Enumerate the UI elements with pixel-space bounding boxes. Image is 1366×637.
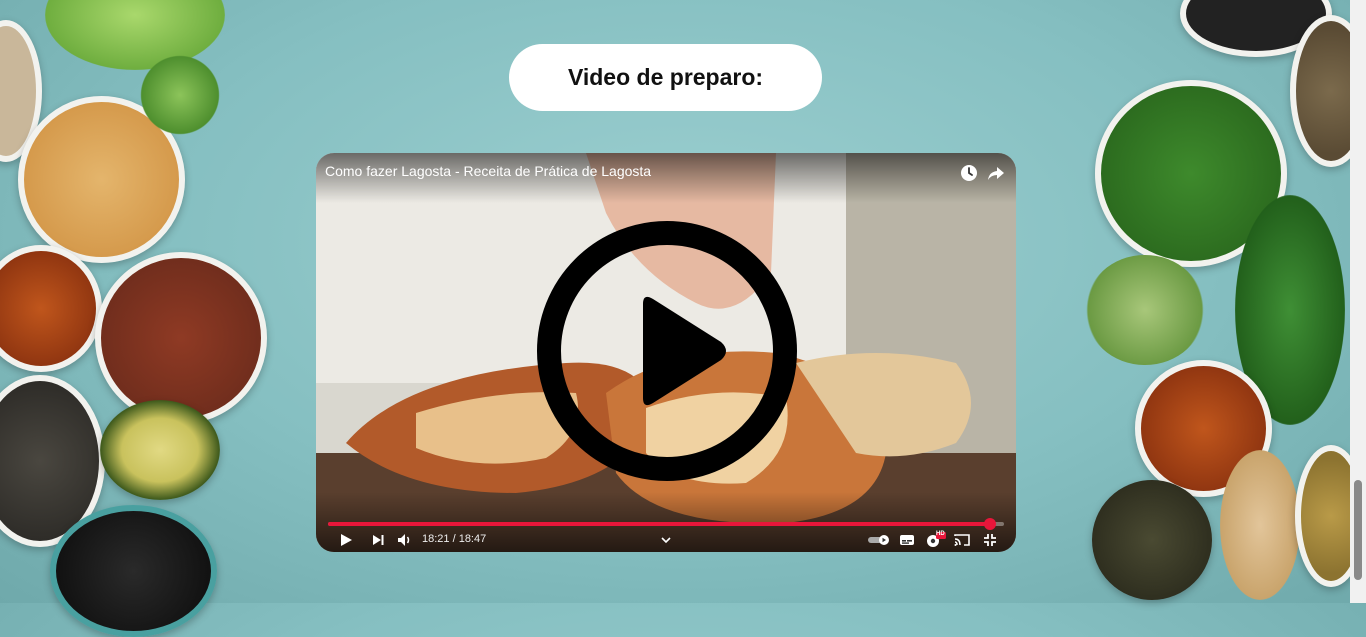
background-ingredients-left (0, 0, 300, 637)
play-icon[interactable] (535, 219, 799, 483)
clock-icon[interactable] (959, 163, 979, 183)
scrollbar-thumb[interactable] (1354, 480, 1362, 580)
page-scrollbar[interactable] (1350, 0, 1366, 603)
settings-icon[interactable]: HD (923, 530, 947, 550)
section-title: Video de preparo: (509, 44, 822, 111)
autoplay-toggle-icon[interactable] (866, 530, 892, 550)
next-icon[interactable] (368, 530, 388, 550)
video-title[interactable]: Como fazer Lagosta - Receita de Prática … (325, 163, 651, 179)
video-player[interactable]: Como fazer Lagosta - Receita de Prática … (316, 153, 1016, 552)
exit-fullscreen-icon[interactable] (980, 530, 1000, 550)
time-display: 18:21 / 18:47 (422, 533, 487, 545)
chevron-down-icon[interactable] (656, 530, 676, 550)
hd-badge: HD (936, 531, 945, 537)
subtitles-icon[interactable] (897, 530, 917, 550)
volume-icon[interactable] (395, 530, 415, 550)
cast-icon[interactable] (952, 530, 972, 550)
progress-fill (328, 522, 991, 526)
share-icon[interactable] (986, 163, 1006, 183)
progress-bar[interactable] (328, 518, 1004, 530)
background-ingredients-right (1080, 0, 1366, 603)
play-button[interactable] (336, 530, 356, 550)
